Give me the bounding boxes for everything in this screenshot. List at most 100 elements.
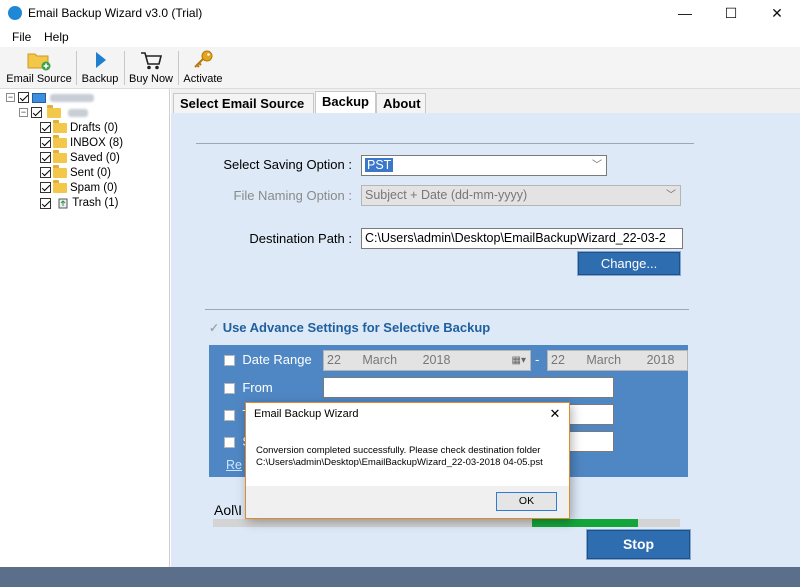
backup-label: Backup <box>81 73 119 85</box>
date-separator: - <box>535 352 540 367</box>
dialog-body: Conversion completed successfully. Pleas… <box>246 425 569 489</box>
dialog-message-line2: C:\Users\admin\Desktop\EmailBackupWizard… <box>256 457 543 468</box>
checkbox[interactable] <box>40 197 51 209</box>
dialog-title: Email Backup Wizard <box>254 408 359 420</box>
window-title: Email Backup Wizard v3.0 (Trial) <box>28 6 203 20</box>
redacted-account-name <box>49 93 94 102</box>
checkbox[interactable] <box>40 182 51 194</box>
tree-item-label: Trash (1) <box>72 197 119 210</box>
folder-icon <box>47 104 62 118</box>
backup-button[interactable]: Backup <box>80 49 120 87</box>
tab-select-email-source[interactable]: Select Email Source <box>173 93 314 113</box>
progress-fill <box>532 519 638 527</box>
folder-icon <box>53 119 67 133</box>
folder-icon <box>53 149 67 163</box>
file-naming-select[interactable]: Subject + Date (dd-mm-yyyy) ﹀ <box>361 185 681 206</box>
menu-file[interactable]: File <box>12 30 31 44</box>
checkmark-icon: ✓ <box>209 321 220 335</box>
checkbox[interactable] <box>40 152 51 164</box>
menu-help[interactable]: Help <box>44 30 69 44</box>
close-button[interactable]: ✕ <box>754 0 800 27</box>
checkbox[interactable] <box>224 383 235 395</box>
tree-item-sent[interactable]: Sent (0) <box>40 164 111 179</box>
tree-item-trash[interactable]: Trash (1) <box>40 197 118 209</box>
checkbox[interactable] <box>18 92 30 104</box>
checkbox[interactable] <box>40 167 51 179</box>
tree-item-label: Sent (0) <box>70 167 111 179</box>
reset-link[interactable]: Re <box>226 458 242 472</box>
checkbox[interactable] <box>40 137 51 149</box>
folder-icon <box>53 164 67 178</box>
chevron-down-icon: ﹀ <box>666 190 676 201</box>
folder-icon <box>53 179 67 193</box>
activate-label: Activate <box>183 73 223 85</box>
buy-now-button[interactable]: Buy Now <box>128 49 174 87</box>
advance-settings-toggle[interactable]: ✓ Use Advance Settings for Selective Bac… <box>209 320 490 335</box>
from-option[interactable]: From <box>224 380 273 395</box>
tab-backup[interactable]: Backup <box>315 91 376 113</box>
minimize-button[interactable]: — <box>662 0 708 27</box>
checkbox[interactable] <box>224 410 235 422</box>
advance-settings-label: Use Advance Settings for Selective Backu… <box>222 320 491 335</box>
current-path-status: Aol\I <box>214 502 243 518</box>
tree-item-label: Spam (0) <box>70 182 118 194</box>
dialog-message-line1: Conversion completed successfully. Pleas… <box>256 445 541 456</box>
destination-path-label: Destination Path : <box>249 231 352 246</box>
divider <box>196 143 694 144</box>
dialog-title-bar: Email Backup Wizard ✕ <box>246 403 569 425</box>
stop-button[interactable]: Stop <box>586 529 691 560</box>
tree-item-label: INBOX (8) <box>70 137 124 149</box>
dialog-footer: OK <box>246 486 569 518</box>
status-bar <box>0 567 800 587</box>
collapse-icon[interactable]: − <box>6 93 15 103</box>
toolbar-separator <box>178 51 179 85</box>
from-input[interactable] <box>323 377 614 398</box>
destination-path-input[interactable]: C:\Users\admin\Desktop\EmailBackupWizard… <box>361 228 683 249</box>
tab-about[interactable]: About <box>376 93 426 113</box>
saving-option-label: Select Saving Option : <box>223 157 352 172</box>
toolbar-separator <box>76 51 77 85</box>
key-icon <box>182 49 224 71</box>
tree-item-label: Drafts (0) <box>70 122 118 134</box>
to-day: 22 <box>551 353 565 367</box>
from-label: From <box>242 380 273 395</box>
file-naming-label: File Naming Option : <box>233 188 353 203</box>
tab-strip: Select Email Source Backup About <box>171 89 800 113</box>
checkbox[interactable] <box>31 107 43 119</box>
email-source-button[interactable]: Email Source <box>6 49 72 87</box>
recycle-icon <box>57 197 69 209</box>
from-day: 22 <box>327 353 341 367</box>
checkbox[interactable] <box>40 122 51 134</box>
date-range-label: Date Range <box>242 352 312 367</box>
checkbox[interactable] <box>224 355 235 367</box>
toolbar: Email Source Backup Buy Now Activate <box>0 47 800 89</box>
maximize-button[interactable]: ☐ <box>708 0 754 27</box>
folder-tree: − − Drafts (0) INBOX (8) Saved (0) Sent … <box>0 89 170 567</box>
from-date-picker[interactable]: 22 March 2018 ▦▾ <box>323 350 531 371</box>
divider <box>205 309 689 310</box>
ok-button[interactable]: OK <box>496 492 557 511</box>
tree-aol-node[interactable]: − <box>19 104 88 119</box>
app-icon <box>8 6 22 20</box>
tree-item-spam[interactable]: Spam (0) <box>40 179 118 194</box>
activate-button[interactable]: Activate <box>182 49 224 87</box>
tree-account-root[interactable]: − <box>6 92 94 104</box>
saving-option-select[interactable]: PST ﹀ <box>361 155 607 176</box>
play-icon <box>80 49 120 71</box>
tree-item-drafts[interactable]: Drafts (0) <box>40 119 118 134</box>
change-button[interactable]: Change... <box>577 251 681 276</box>
email-source-label: Email Source <box>6 73 72 85</box>
collapse-icon[interactable]: − <box>19 108 28 118</box>
folder-add-icon <box>6 49 72 71</box>
cart-icon <box>128 49 174 71</box>
checkbox[interactable] <box>224 437 235 449</box>
to-date-picker[interactable]: 22 March 2018 <box>547 350 688 371</box>
buy-now-label: Buy Now <box>128 73 174 85</box>
dialog-close-button[interactable]: ✕ <box>544 405 566 423</box>
tree-item-inbox[interactable]: INBOX (8) <box>40 134 124 149</box>
completion-dialog: Email Backup Wizard ✕ Conversion complet… <box>245 402 570 519</box>
tree-item-saved[interactable]: Saved (0) <box>40 149 120 164</box>
chevron-down-icon: ﹀ <box>592 160 602 171</box>
date-range-option[interactable]: Date Range <box>224 352 312 367</box>
to-year: 2018 <box>646 353 675 367</box>
